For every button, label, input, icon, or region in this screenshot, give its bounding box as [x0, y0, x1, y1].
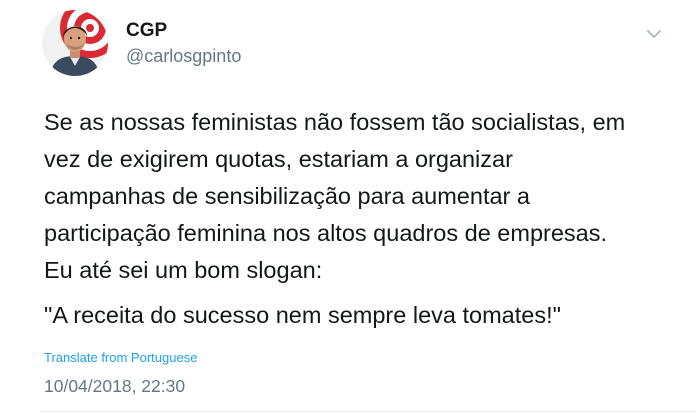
tweet-text-line: campanhas de sensibilização para aumenta… [44, 183, 530, 209]
author-display-name[interactable]: CGP [126, 20, 167, 42]
tweet-text-line: participação feminina nos altos quadros … [44, 220, 608, 246]
profile-photo-icon [42, 10, 108, 76]
translate-link[interactable]: Translate from Portuguese [44, 350, 197, 365]
chevron-down-icon[interactable] [644, 24, 664, 44]
tweet-text-line: vez de exigirem quotas, estariam a organ… [44, 146, 513, 172]
avatar[interactable] [42, 10, 108, 76]
tweet-card: CGP @carlosgpinto Se as nossas feminista… [0, 0, 696, 414]
tweet-quote-line: "A receita do sucesso nem sempre leva to… [44, 302, 561, 328]
divider [40, 411, 696, 412]
tweet-text-line: Se as nossas feministas não fossem tão s… [44, 109, 626, 135]
author-handle[interactable]: @carlosgpinto [126, 45, 241, 67]
tweet-text: Se as nossas feministas não fossem tão s… [44, 104, 684, 334]
tweet-timestamp[interactable]: 10/04/2018, 22:30 [44, 376, 185, 397]
tweet-text-line: Eu até sei um bom slogan: [44, 257, 323, 283]
